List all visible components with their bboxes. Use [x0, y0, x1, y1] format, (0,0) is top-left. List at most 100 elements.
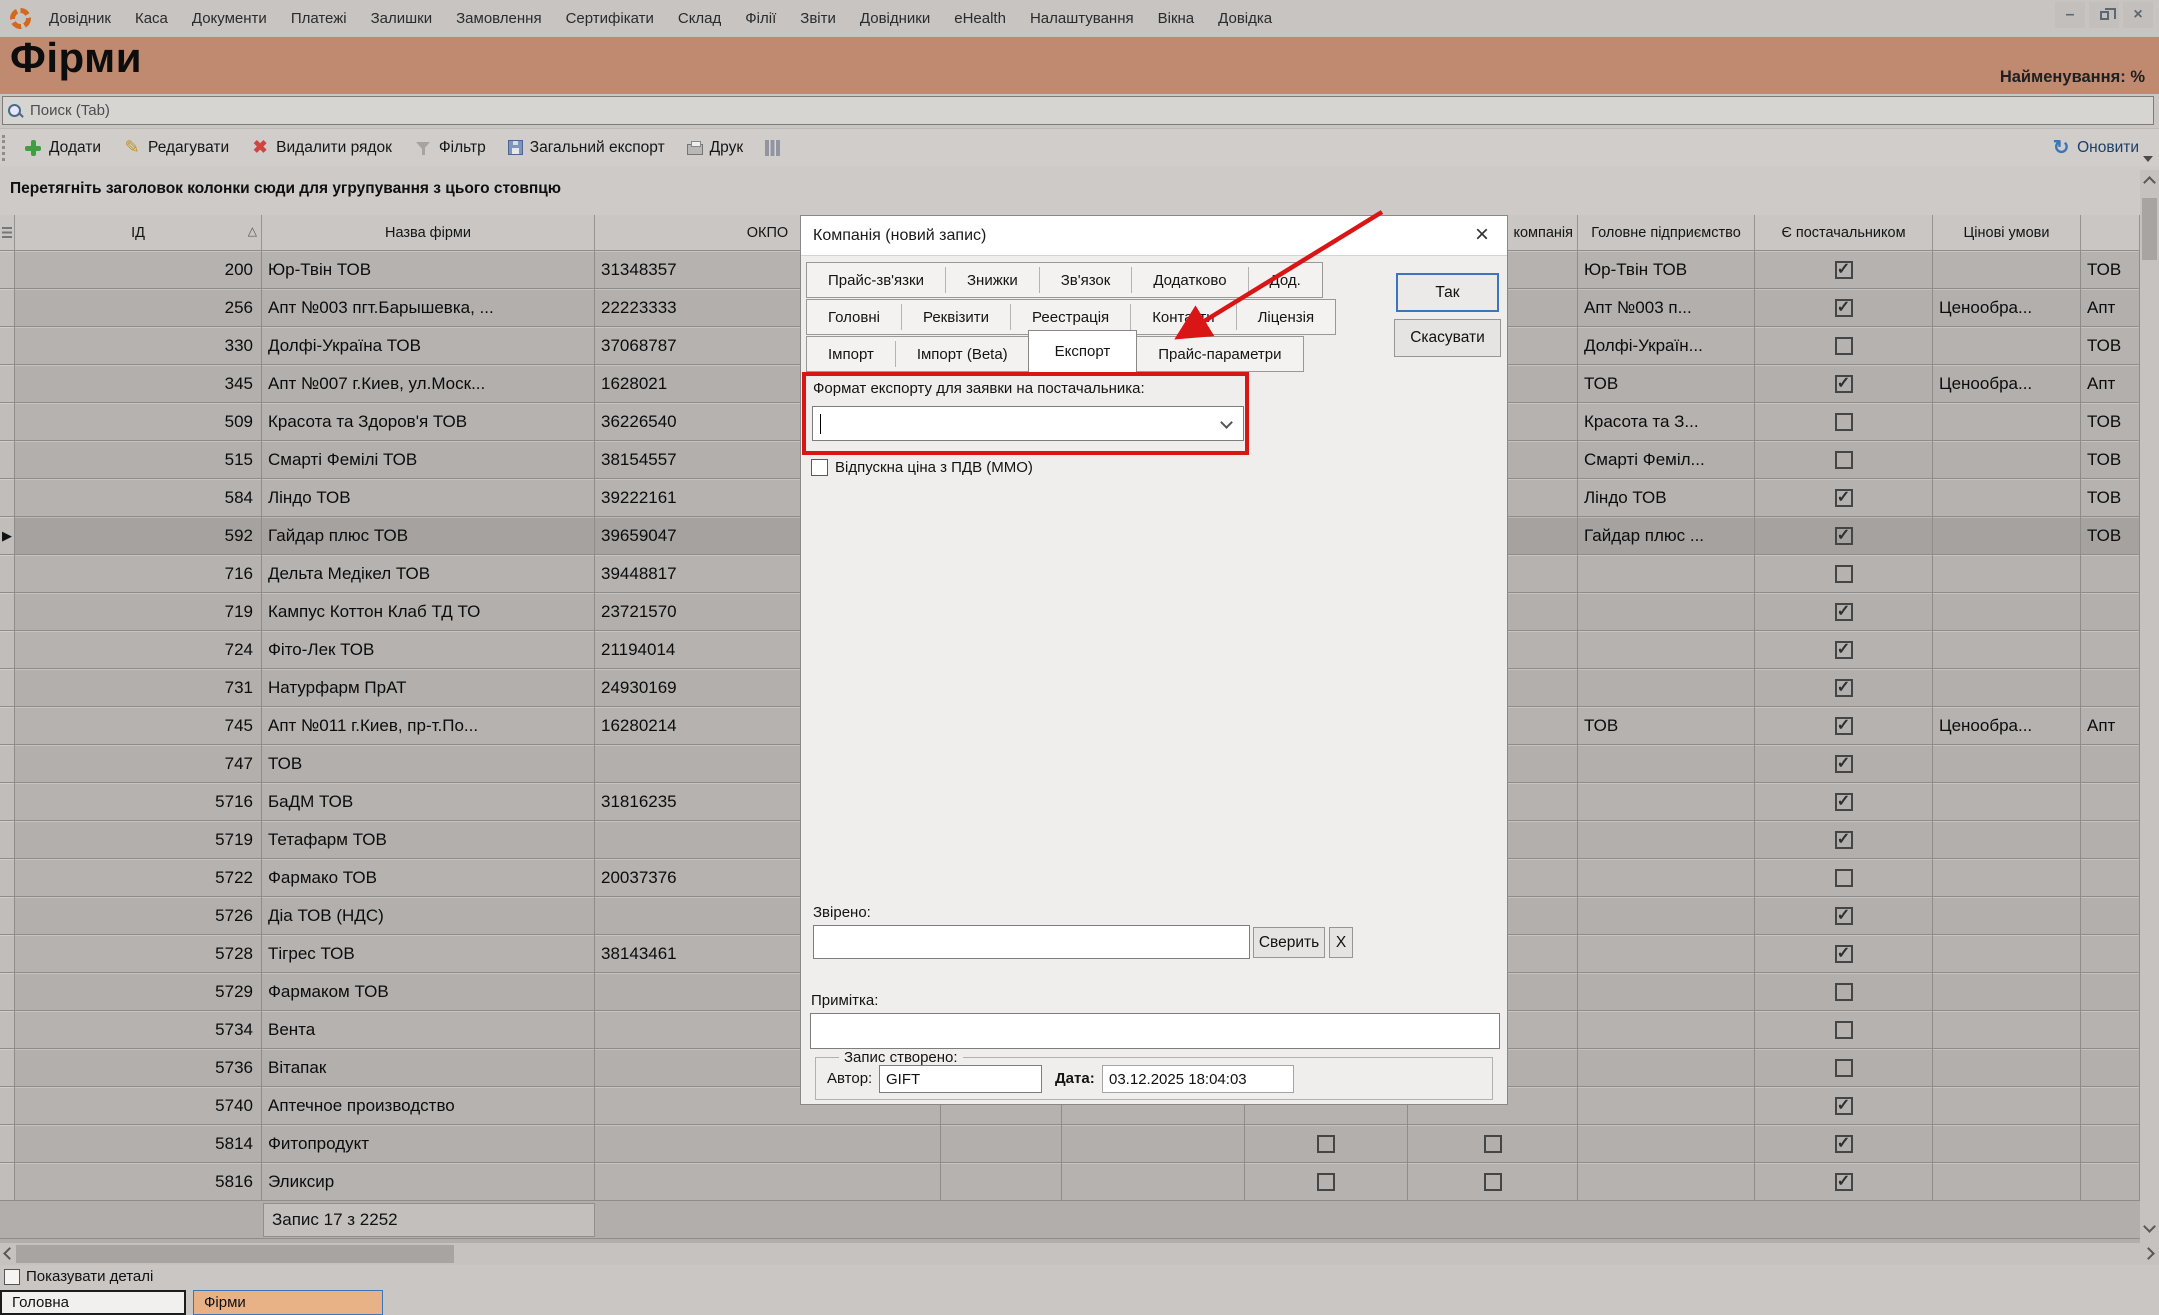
cell-checkbox[interactable] — [1484, 1135, 1502, 1153]
dialog-tab-Зв'язок[interactable]: Зв'язок — [1039, 267, 1132, 293]
toolbar-button-4[interactable]: Загальний експорт — [497, 132, 676, 164]
scroll-right-icon[interactable] — [2142, 1247, 2155, 1260]
cell-checkbox[interactable]: ✓ — [1835, 679, 1853, 697]
column-header-0[interactable] — [0, 215, 15, 251]
menu-item-4[interactable]: Залишки — [359, 0, 445, 37]
cell-checkbox[interactable] — [1835, 983, 1853, 1001]
combobox-dropdown-icon[interactable] — [1220, 416, 1233, 429]
cell-checkbox[interactable] — [1835, 1021, 1853, 1039]
cell-checkbox[interactable]: ✓ — [1835, 641, 1853, 659]
verify-clear-button[interactable]: X — [1329, 927, 1353, 958]
restore-button[interactable] — [2089, 2, 2119, 28]
menu-item-1[interactable]: Каса — [123, 0, 180, 37]
cell-checkbox[interactable]: ✓ — [1835, 489, 1853, 507]
cell-checkbox[interactable]: ✓ — [1835, 755, 1853, 773]
cell-checkbox[interactable] — [1835, 337, 1853, 355]
column-header-Є постачальником[interactable]: Є постачальником — [1755, 215, 1933, 251]
dialog-tab-Прайс-параметри[interactable]: Прайс-параметри — [1136, 341, 1302, 367]
cell-checkbox[interactable] — [1835, 869, 1853, 887]
column-header-ІД[interactable]: ІД△ — [15, 215, 262, 251]
column-header-Цінові умови[interactable]: Цінові умови — [1933, 215, 2081, 251]
cell-checkbox[interactable]: ✓ — [1835, 717, 1853, 735]
column-header-Головне підприємство[interactable]: Головне підприємство — [1578, 215, 1755, 251]
menu-item-9[interactable]: Звіти — [788, 0, 848, 37]
toolbar-button-5[interactable]: Друк — [676, 132, 754, 164]
toolbar-button-3[interactable]: Фільтр — [403, 132, 497, 164]
dialog-tab-Контакти[interactable]: Контакти — [1130, 304, 1235, 330]
toolbar-button-2[interactable]: ✖Видалити рядок — [240, 132, 403, 164]
ok-button[interactable]: Так — [1396, 273, 1499, 312]
verify-button[interactable]: Сверить — [1253, 927, 1325, 958]
toolbar-button-0[interactable]: Додати — [13, 132, 112, 164]
toolbar-button-columns[interactable] — [754, 132, 791, 164]
author-input[interactable]: GIFT — [879, 1065, 1042, 1093]
cell-checkbox[interactable] — [1317, 1135, 1335, 1153]
column-header-Назва фірми[interactable]: Назва фірми — [262, 215, 595, 251]
cell-checkbox[interactable]: ✓ — [1835, 1097, 1853, 1115]
dialog-tab-Реестрація[interactable]: Реестрація — [1010, 304, 1130, 330]
scroll-down-icon[interactable] — [2143, 1220, 2156, 1233]
search-input[interactable] — [28, 101, 2153, 120]
horizontal-scroll-thumb[interactable] — [16, 1245, 454, 1263]
refresh-dropdown-icon[interactable] — [2143, 156, 2153, 162]
cell-checkbox[interactable] — [1835, 565, 1853, 583]
dialog-tab-Імпорт[interactable]: Імпорт — [807, 341, 895, 367]
dialog-tab-Головні[interactable]: Головні — [807, 304, 901, 330]
cell-checkbox[interactable]: ✓ — [1835, 527, 1853, 545]
column-header-11[interactable] — [2081, 215, 2140, 251]
menu-item-12[interactable]: Налаштування — [1018, 0, 1146, 37]
column-chooser-icon[interactable] — [2, 227, 12, 238]
menu-item-2[interactable]: Документи — [180, 0, 279, 37]
note-input[interactable] — [810, 1013, 1500, 1049]
dialog-tab-Реквізити[interactable]: Реквізити — [901, 304, 1010, 330]
dialog-tab-Додатково[interactable]: Додатково — [1131, 267, 1247, 293]
table-row-5816[interactable]: 5816Эликсир✓ — [0, 1163, 2140, 1201]
menu-item-8[interactable]: Філії — [733, 0, 788, 37]
menu-item-13[interactable]: Вікна — [1146, 0, 1207, 37]
menu-item-0[interactable]: Довідник — [37, 0, 123, 37]
menu-item-3[interactable]: Платежі — [279, 0, 359, 37]
cell-checkbox[interactable]: ✓ — [1835, 375, 1853, 393]
cell-checkbox[interactable]: ✓ — [1835, 261, 1853, 279]
cell-checkbox[interactable]: ✓ — [1835, 945, 1853, 963]
menu-item-7[interactable]: Склад — [666, 0, 733, 37]
cell-checkbox[interactable]: ✓ — [1835, 907, 1853, 925]
cell-checkbox[interactable]: ✓ — [1835, 831, 1853, 849]
search-box[interactable] — [2, 96, 2154, 125]
scroll-up-icon[interactable] — [2143, 176, 2156, 189]
bottom-tab-Фірми[interactable]: Фірми — [193, 1290, 383, 1315]
mmo-price-control[interactable]: Відпускна ціна з ПДВ (ММО) — [811, 459, 1033, 476]
verified-input[interactable] — [813, 925, 1250, 959]
cell-checkbox[interactable] — [1835, 451, 1853, 469]
menu-item-11[interactable]: eHealth — [942, 0, 1018, 37]
cell-checkbox[interactable] — [1835, 413, 1853, 431]
cell-checkbox[interactable] — [1317, 1173, 1335, 1191]
vertical-scroll-thumb[interactable] — [2142, 198, 2157, 260]
dialog-close-icon[interactable]: × — [1467, 220, 1497, 250]
cell-checkbox[interactable]: ✓ — [1835, 1173, 1853, 1191]
scroll-left-icon[interactable] — [3, 1247, 16, 1260]
bottom-tab-Головна[interactable]: Головна — [0, 1290, 186, 1315]
vertical-scrollbar[interactable] — [2140, 170, 2159, 1243]
dialog-tab-Дод.[interactable]: Дод. — [1248, 267, 1322, 293]
close-button[interactable]: × — [2123, 2, 2153, 28]
show-details-checkbox[interactable] — [4, 1269, 20, 1285]
cancel-button[interactable]: Скасувати — [1394, 319, 1501, 357]
cell-checkbox[interactable]: ✓ — [1835, 603, 1853, 621]
export-format-combobox[interactable] — [812, 406, 1244, 441]
dialog-tab-Ліцензія[interactable]: Ліцензія — [1236, 304, 1336, 330]
menu-item-5[interactable]: Замовлення — [444, 0, 553, 37]
cell-checkbox[interactable]: ✓ — [1835, 299, 1853, 317]
mmo-price-checkbox[interactable] — [811, 459, 828, 476]
menu-item-14[interactable]: Довідка — [1206, 0, 1284, 37]
dialog-tab-Знижки[interactable]: Знижки — [945, 267, 1039, 293]
horizontal-scrollbar[interactable] — [0, 1243, 2159, 1265]
cell-checkbox[interactable]: ✓ — [1835, 793, 1853, 811]
dialog-tab-Експорт[interactable]: Експорт — [1028, 330, 1138, 372]
cell-checkbox[interactable] — [1484, 1173, 1502, 1191]
refresh-button[interactable]: ↻ Оновити — [2052, 129, 2139, 167]
menu-item-6[interactable]: Сертифікати — [554, 0, 666, 37]
cell-checkbox[interactable] — [1835, 1059, 1853, 1077]
date-input[interactable]: 03.12.2025 18:04:03 — [1102, 1065, 1294, 1093]
cell-checkbox[interactable]: ✓ — [1835, 1135, 1853, 1153]
